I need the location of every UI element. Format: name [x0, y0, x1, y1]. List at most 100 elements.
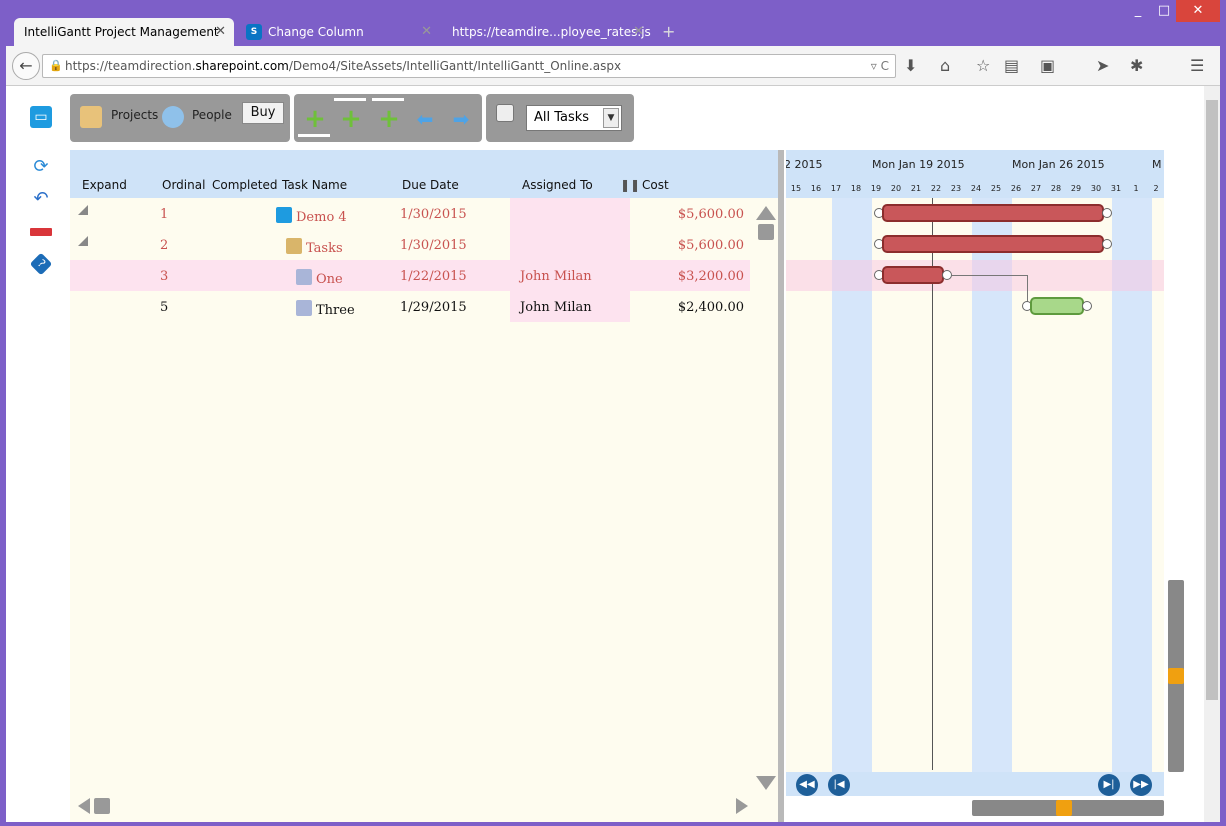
scroll-left-arrow-icon[interactable]	[78, 798, 90, 814]
col-ordinal[interactable]: Ordinal	[162, 178, 205, 192]
gantt-chart: 2 2015 Mon Jan 19 2015 Mon Jan 26 2015 M…	[786, 150, 1164, 796]
tab-intelligantt[interactable]: IntelliGantt Project Management ✕	[14, 18, 234, 46]
menu-icon[interactable]: ☰	[1190, 56, 1204, 75]
bookmark-star-icon[interactable]: ☆	[976, 56, 990, 75]
due-date-cell: 1/29/2015	[400, 300, 467, 315]
skip-back-icon[interactable]: |◀	[828, 774, 850, 796]
assigned-cell-bg	[510, 229, 630, 260]
scroll-down-arrow-icon[interactable]	[756, 776, 776, 790]
pause-icon[interactable]: ❚❚	[620, 178, 640, 192]
cost-cell: $2,400.00	[677, 300, 744, 315]
projects-icon[interactable]	[80, 106, 102, 128]
add-subtask-icon[interactable]: +	[340, 106, 362, 132]
collapse-triangle-icon[interactable]	[78, 205, 88, 215]
ordinal-cell: 5	[160, 300, 169, 315]
col-task-name[interactable]: Task Name	[282, 178, 347, 192]
scroll-right-arrow-icon[interactable]	[736, 798, 748, 814]
table-row[interactable]: 2 Tasks 1/30/2015 $5,600.00	[70, 229, 750, 260]
col-due-date[interactable]: Due Date	[402, 178, 459, 192]
minimize-icon[interactable]: _	[1124, 0, 1152, 22]
gantt-bar-three[interactable]	[1030, 297, 1084, 315]
day-tick-label: 23	[950, 184, 962, 193]
zoom-thumb[interactable]	[1168, 668, 1184, 684]
gantt-timeline-header: 2 2015 Mon Jan 19 2015 Mon Jan 26 2015 M…	[786, 150, 1164, 198]
task-note-icon	[296, 269, 312, 285]
home-icon[interactable]: ⌂	[940, 56, 950, 75]
task-name-cell[interactable]: Demo 4	[276, 207, 347, 225]
col-assigned-to[interactable]: Assigned To	[522, 178, 593, 192]
reload-icon[interactable]: ▿ C	[871, 55, 889, 77]
url-bar[interactable]: 🔒 https://teamdirection.sharepoint.com/D…	[42, 54, 896, 78]
hscroll-thumb[interactable]	[94, 798, 110, 814]
download-icon[interactable]: ⬇	[904, 56, 917, 75]
gantt-bar-tasks[interactable]	[882, 235, 1104, 253]
buy-button[interactable]: Buy	[242, 102, 284, 124]
table-row-selected[interactable]: 3 One 1/22/2015 John Milan $3,200.00	[70, 260, 750, 291]
skip-forward-icon[interactable]: ▶|	[1098, 774, 1120, 796]
bar-end-handle[interactable]	[1102, 239, 1112, 249]
close-tab-icon[interactable]: ✕	[421, 24, 432, 39]
people-label[interactable]: People	[192, 108, 232, 122]
fast-back-icon[interactable]: ◀◀	[796, 774, 818, 796]
projects-label[interactable]: Projects	[111, 108, 158, 122]
task-name-cell[interactable]: Tasks	[286, 238, 343, 256]
scroll-thumb[interactable]	[758, 224, 774, 240]
close-tab-icon[interactable]: ✕	[633, 24, 644, 39]
due-date-cell: 1/30/2015	[400, 238, 467, 253]
outdent-arrow-icon[interactable]: ⬅	[414, 108, 436, 130]
task-name-cell[interactable]: Three	[296, 300, 355, 318]
hscroll-thumb[interactable]	[1056, 800, 1072, 816]
tab-employee-rates[interactable]: https://teamdire...ployee_rates.js ✕	[442, 18, 652, 46]
delete-icon[interactable]	[30, 228, 52, 236]
task-grid: Expand Ordinal Completed Task Name Due D…	[70, 150, 778, 822]
underline-divider	[372, 98, 404, 101]
gantt-zoom-slider[interactable]	[1168, 580, 1184, 772]
col-expand[interactable]: Expand	[82, 178, 127, 192]
chevron-down-icon[interactable]: ▼	[603, 108, 619, 128]
close-tab-icon[interactable]: ✕	[215, 24, 226, 39]
bar-end-handle[interactable]	[942, 270, 952, 280]
col-cost[interactable]: Cost	[642, 178, 669, 192]
collapse-triangle-icon[interactable]	[78, 236, 88, 246]
reading-list-icon[interactable]: ▤	[1004, 56, 1019, 75]
close-window-icon[interactable]: ✕	[1176, 0, 1220, 22]
day-tick-label: 18	[850, 184, 862, 193]
gantt-bar-one[interactable]	[882, 266, 944, 284]
pane-splitter[interactable]	[778, 150, 784, 822]
help-icon[interactable]: ?	[29, 252, 53, 276]
indent-arrow-icon[interactable]: ➡	[450, 108, 472, 130]
extension-icon[interactable]: ▣	[1040, 56, 1055, 75]
sharepoint-icon: S	[246, 24, 262, 40]
fast-forward-icon[interactable]: ▶▶	[1130, 774, 1152, 796]
new-tab-button[interactable]: +	[662, 22, 675, 41]
app-logo-icon[interactable]: ▭	[30, 106, 52, 128]
table-row[interactable]: 5 Three 1/29/2015 John Milan $2,400.00	[70, 291, 750, 322]
add-milestone-icon[interactable]: +	[378, 106, 400, 132]
scroll-up-arrow-icon[interactable]	[756, 206, 776, 220]
task-name-cell[interactable]: One	[296, 269, 343, 287]
refresh-icon[interactable]: ⟳	[30, 156, 52, 178]
bar-end-handle[interactable]	[1102, 208, 1112, 218]
tab-change-column[interactable]: S Change Column ✕	[236, 18, 440, 46]
people-icon[interactable]	[162, 106, 184, 128]
add-task-icon[interactable]: +	[304, 106, 326, 132]
page-scroll-thumb[interactable]	[1206, 100, 1218, 700]
addon-icon[interactable]: ✱	[1130, 56, 1143, 75]
bar-end-handle[interactable]	[1082, 301, 1092, 311]
table-row[interactable]: 1 Demo 4 1/30/2015 $5,600.00	[70, 198, 750, 229]
task-note-icon	[296, 300, 312, 316]
week-label: Mon Jan 26 2015	[1012, 158, 1105, 171]
grid-header: Expand Ordinal Completed Task Name Due D…	[70, 150, 778, 198]
page-scrollbar[interactable]	[1204, 86, 1220, 822]
gantt-bar-demo4[interactable]	[882, 204, 1104, 222]
grid-vertical-scrollbar[interactable]	[756, 206, 776, 820]
ordinal-cell: 2	[160, 238, 169, 253]
undo-icon[interactable]: ↶	[30, 188, 52, 210]
maximize-icon[interactable]: □	[1150, 0, 1178, 22]
gantt-horizontal-scrollbar[interactable]	[972, 800, 1164, 816]
filter-list-icon[interactable]	[496, 104, 514, 122]
back-button[interactable]: ←	[12, 52, 40, 80]
col-completed[interactable]: Completed	[212, 178, 277, 192]
send-icon[interactable]: ➤	[1096, 56, 1109, 75]
filter-select[interactable]: All Tasks ▼	[526, 105, 622, 131]
